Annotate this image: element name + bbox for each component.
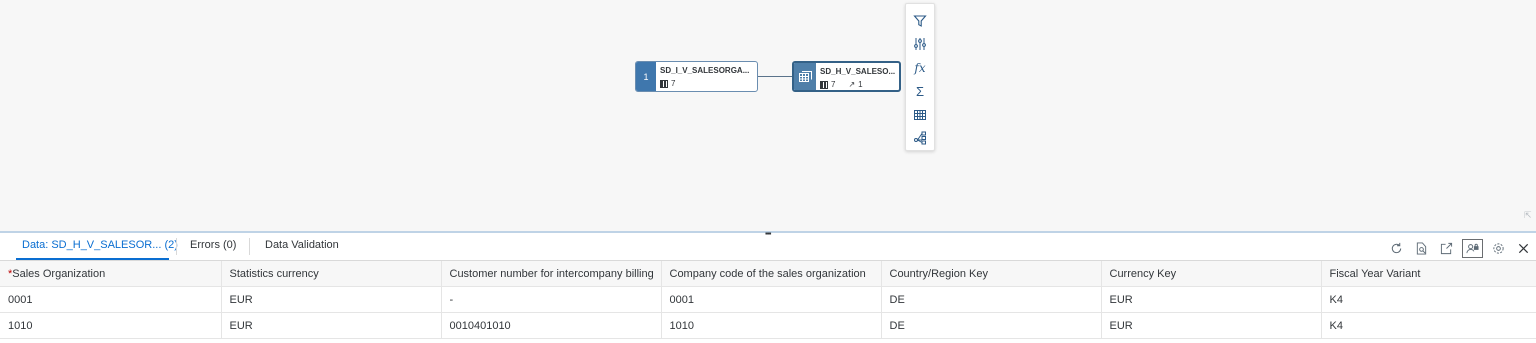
table-cell: 1010 [661,312,882,339]
preview-icon[interactable] [1409,237,1434,259]
data-preview-table: *Sales Organization Statistics currency … [0,261,1536,339]
table-cell: 1010 [0,312,222,339]
tab-errors[interactable]: Errors (0) [190,239,236,251]
column-count: 7 [671,79,676,88]
columns-icon [820,80,828,89]
table-cell: EUR [221,286,442,313]
association-icon: ↗ [848,80,856,89]
data-preview-panel: ▪▪▪ Data: SD_H_V_SALESOR... (2) Errors (… [0,229,1536,343]
tab-data-validation[interactable]: Data Validation [265,239,339,251]
filter-icon[interactable] [908,9,932,33]
node-step-badge: 1 [636,62,656,91]
sum-icon[interactable]: Σ [908,80,932,104]
table-row[interactable]: 0001 EUR - 0001 DE EUR K4 [0,286,1536,313]
node-title: SD_H_V_SALESO... [820,67,896,76]
table-cell: 0010401010 [441,312,662,339]
column-header-statistics-currency[interactable]: Statistics currency [221,261,442,287]
refresh-icon[interactable] [1384,237,1409,259]
table-cell: 0001 [661,286,882,313]
export-icon[interactable] [1434,237,1459,259]
table-cell: - [441,286,662,313]
settings-icon[interactable] [1486,237,1511,259]
column-header-country-region-key[interactable]: Country/Region Key [881,261,1102,287]
view-table-icon [794,63,816,90]
graph-canvas: 1 SD_I_V_SALESORGA... 7 SD_H_V_SALESO...… [0,0,1536,231]
collapse-arrow-icon[interactable]: ⇱ [1524,210,1534,220]
table-cell: EUR [1101,312,1322,339]
adjust-icon[interactable] [908,33,932,57]
node-connector [757,76,793,77]
tab-divider [249,238,250,255]
node-title: SD_I_V_SALESORGA... [660,66,750,75]
target-view-node[interactable]: SD_H_V_SALESO... 7 ↗ 1 [792,61,901,92]
column-header-company-code[interactable]: Company code of the sales organization [661,261,882,287]
function-icon[interactable]: fx [908,56,932,80]
table-cell: EUR [221,312,442,339]
table-cell: DE [881,312,1102,339]
source-view-node[interactable]: 1 SD_I_V_SALESORGA... 7 [635,61,758,92]
table-cell: DE [881,286,1102,313]
column-header-intercompany-customer[interactable]: Customer number for intercompany billing [441,261,662,287]
column-header-sales-organization[interactable]: *Sales Organization [0,261,222,287]
table-cell: EUR [1101,286,1322,313]
user-lock-icon[interactable] [1462,238,1483,258]
table-cell: 0001 [0,286,222,313]
hierarchy-icon[interactable] [908,127,932,151]
panel-actions [1384,235,1536,261]
active-tab-indicator [16,258,169,260]
table-row[interactable]: 1010 EUR 0010401010 1010 DE EUR K4 [0,312,1536,339]
column-header-fiscal-year-variant[interactable]: Fiscal Year Variant [1321,261,1536,287]
table-cell: K4 [1321,286,1536,313]
close-icon[interactable] [1511,237,1536,259]
table-icon[interactable] [908,103,932,127]
node-action-toolbar: fx Σ [905,3,935,151]
association-count: 1 [858,80,863,89]
tab-data[interactable]: Data: SD_H_V_SALESOR... (2) [22,239,178,251]
columns-icon [660,79,668,88]
column-count: 7 [831,80,836,89]
panel-tabbar: Data: SD_H_V_SALESOR... (2) Errors (0) D… [0,233,1536,261]
tab-divider [176,238,177,255]
column-header-currency-key[interactable]: Currency Key [1101,261,1322,287]
table-cell: K4 [1321,312,1536,339]
table-header-row: *Sales Organization Statistics currency … [0,261,1536,287]
